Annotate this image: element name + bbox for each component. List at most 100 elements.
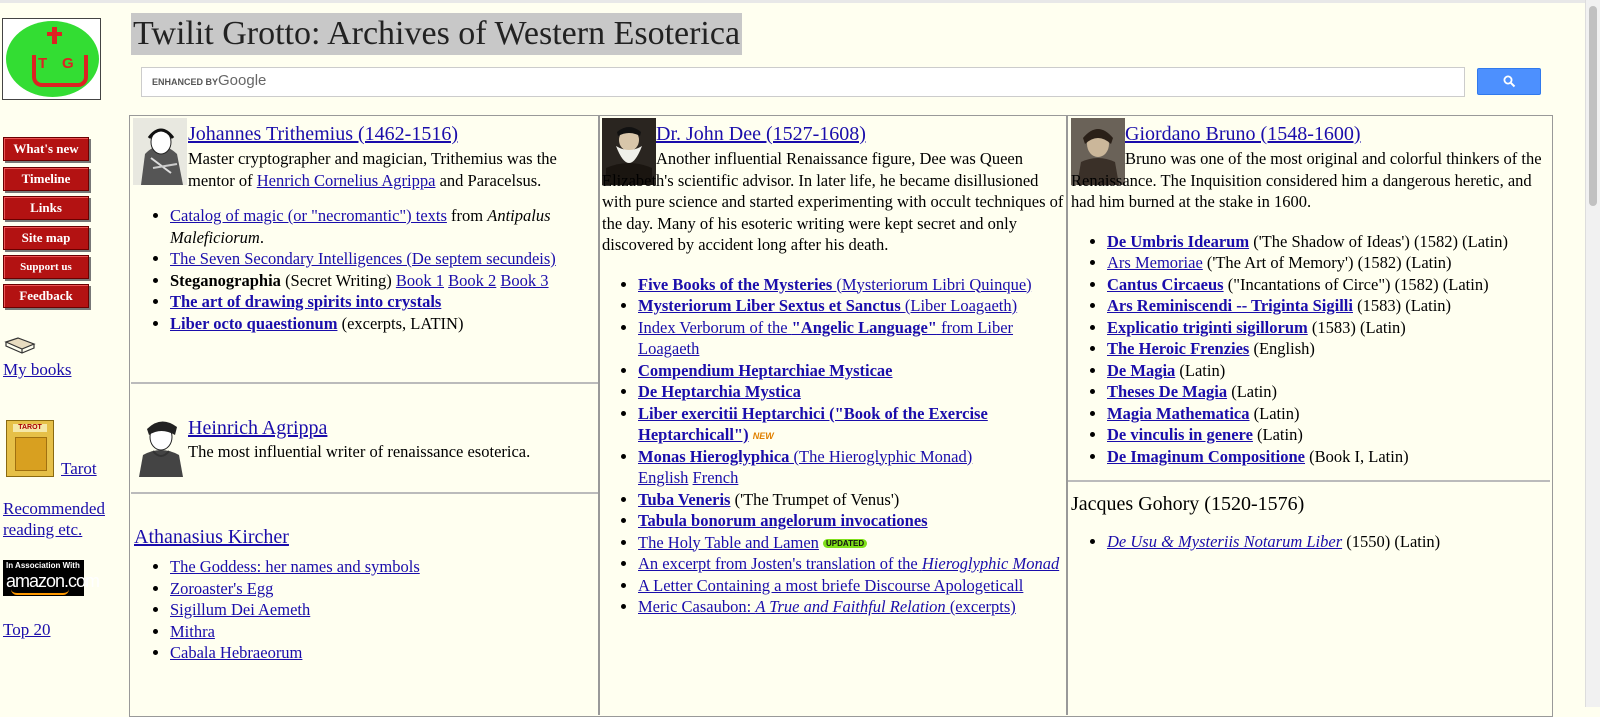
list-item: Cantus Circaeus ("Incantations of Circe"… bbox=[1107, 274, 1549, 296]
theses-de-magia-link[interactable]: Theses De Magia bbox=[1107, 382, 1227, 401]
recommended-reading-link-1[interactable]: Recommended bbox=[3, 499, 105, 519]
liber-exercitii-link[interactable]: Liber exercitii Heptarchici ("Book of th… bbox=[638, 404, 988, 445]
liber-octo-link[interactable]: Liber octo quaestionum bbox=[170, 314, 337, 333]
liber-sextus-link[interactable]: Mysteriorum Liber Sextus et Sanctus (Lib… bbox=[638, 296, 1017, 315]
dee-link[interactable]: Dr. John Dee (1527-1608) bbox=[656, 123, 866, 145]
link-text: Meric Casaubon: bbox=[638, 597, 756, 616]
search-icon bbox=[1503, 75, 1516, 88]
list-item: De Imaginum Compositione (Book I, Latin) bbox=[1107, 446, 1549, 468]
heroic-frenzies-link[interactable]: The Heroic Frenzies bbox=[1107, 339, 1249, 358]
casaubon-link[interactable]: Meric Casaubon: A True and Faithful Rela… bbox=[638, 597, 1016, 616]
trithemius-portrait-image[interactable] bbox=[133, 118, 187, 185]
tabula-link[interactable]: Tabula bonorum angelorum invocationes bbox=[638, 511, 928, 530]
mithra-link[interactable]: Mithra bbox=[170, 622, 215, 641]
trithemius-description: Master cryptographer and magician, Trith… bbox=[188, 148, 596, 191]
explicatio-link[interactable]: Explicatio triginti sigillorum bbox=[1107, 318, 1308, 337]
scrollbar-thumb[interactable] bbox=[1589, 6, 1597, 206]
de-vinculis-link[interactable]: De vinculis in genere bbox=[1107, 425, 1253, 444]
letter-link[interactable]: A Letter Containing a most briefe Discou… bbox=[638, 576, 1023, 595]
tarot-card-image[interactable]: TAROT bbox=[6, 420, 54, 477]
logo-cross-bar bbox=[47, 32, 62, 36]
list-item: Zoroaster's Egg bbox=[170, 578, 596, 600]
magia-mathematica-link[interactable]: Magia Mathematica bbox=[1107, 404, 1250, 423]
tarot-link[interactable]: Tarot bbox=[61, 459, 97, 479]
five-books-link[interactable]: Five Books of the Mysteries (Mysteriorum… bbox=[638, 275, 1032, 294]
nav-support-us-button[interactable]: Support us bbox=[3, 255, 89, 279]
list-item: Liber exercitii Heptarchici ("Book of th… bbox=[638, 403, 1064, 446]
trithemius-link[interactable]: Johannes Trithemius (1462-1516) bbox=[188, 123, 458, 145]
vertical-scrollbar[interactable] bbox=[1585, 0, 1600, 707]
list-item: Steganographia (Secret Writing) Book 1 B… bbox=[170, 270, 596, 292]
de-magia-link[interactable]: De Magia bbox=[1107, 361, 1175, 380]
link-text: (Liber Loagaeth) bbox=[904, 296, 1018, 315]
sigillum-dei-link[interactable]: Sigillum Dei Aemeth bbox=[170, 600, 310, 619]
amazon-associate-badge[interactable]: In Association With amazon.com bbox=[3, 560, 100, 596]
recommended-reading-link-2[interactable]: reading etc. bbox=[3, 520, 82, 540]
list-text: ('The Shadow of Ideas') (1582) (Latin) bbox=[1249, 231, 1508, 251]
my-books-link[interactable]: My books bbox=[3, 360, 71, 380]
list-item: The Holy Table and Lamen UPDATED bbox=[638, 532, 1064, 554]
site-logo[interactable]: T G bbox=[2, 18, 101, 100]
nav-whats-new-button[interactable]: What's new bbox=[3, 137, 89, 161]
bruno-link[interactable]: Giordano Bruno (1548-1600) bbox=[1125, 123, 1361, 145]
monas-french-link[interactable]: French bbox=[693, 468, 739, 487]
de-heptarchia-link[interactable]: De Heptarchia Mystica bbox=[638, 382, 801, 401]
list-item: Catalog of magic (or "necromantic") text… bbox=[170, 205, 596, 248]
nav-feedback-button[interactable]: Feedback bbox=[3, 284, 89, 308]
cabala-link[interactable]: Cabala Hebraeorum bbox=[170, 643, 302, 662]
dee-description: Another influential Renaissance figure, … bbox=[602, 149, 1064, 254]
book-1-link[interactable]: Book 1 bbox=[396, 271, 444, 290]
monas-english-link[interactable]: English bbox=[638, 468, 688, 487]
new-badge: NEW bbox=[752, 431, 774, 442]
list-item: Liber octo quaestionum (excerpts, LATIN) bbox=[170, 313, 596, 335]
list-item: Meric Casaubon: A True and Faithful Rela… bbox=[638, 596, 1064, 618]
agrippa-inline-link[interactable]: Henrich Cornelius Agrippa bbox=[257, 171, 436, 190]
list-item: Tuba Veneris ('The Trumpet of Venus') bbox=[638, 489, 1064, 511]
zoroasters-egg-link[interactable]: Zoroaster's Egg bbox=[170, 579, 273, 598]
top-border bbox=[0, 0, 1586, 3]
de-usu-link[interactable]: De Usu & Mysteriis Notarum Liber bbox=[1107, 532, 1342, 551]
list-item: The Seven Secondary Intelligences (De se… bbox=[170, 248, 596, 270]
bruno-description: Bruno was one of the most original and c… bbox=[1071, 149, 1542, 211]
de-imaginum-link[interactable]: De Imaginum Compositione bbox=[1107, 447, 1305, 466]
list-item: Cabala Hebraeorum bbox=[170, 642, 596, 664]
tuba-veneris-link[interactable]: Tuba Veneris bbox=[638, 490, 730, 509]
book-3-link[interactable]: Book 3 bbox=[500, 271, 548, 290]
top-20-link[interactable]: Top 20 bbox=[3, 620, 50, 640]
section-divider bbox=[131, 382, 598, 384]
holy-table-link[interactable]: The Holy Table and Lamen bbox=[638, 533, 819, 552]
nav-site-map-button[interactable]: Site map bbox=[3, 226, 89, 250]
agrippa-link[interactable]: Heinrich Agrippa bbox=[188, 417, 327, 439]
kircher-section: Athanasius Kircher The Goddess: her name… bbox=[134, 524, 596, 664]
book-icon[interactable] bbox=[4, 336, 36, 356]
book-2-link[interactable]: Book 2 bbox=[448, 271, 496, 290]
monas-link[interactable]: Monas Hieroglyphica (The Hieroglyphic Mo… bbox=[638, 447, 972, 466]
search-input[interactable]: ENHANCED BY Google bbox=[141, 67, 1465, 97]
list-item: De vinculis in genere (Latin) bbox=[1107, 424, 1549, 446]
agrippa-portrait-image[interactable] bbox=[135, 415, 187, 477]
logo-letter-g: G bbox=[62, 55, 74, 72]
goddess-link[interactable]: The Goddess: her names and symbols bbox=[170, 557, 420, 576]
catalog-of-magic-link[interactable]: Catalog of magic (or "necromantic") text… bbox=[170, 206, 447, 225]
list-text: (English) bbox=[1249, 339, 1315, 358]
cantus-circaeus-link[interactable]: Cantus Circaeus bbox=[1107, 275, 1224, 294]
link-text: Five Books of the Mysteries bbox=[638, 274, 837, 294]
seven-intelligences-link[interactable]: The Seven Secondary Intelligences (De se… bbox=[170, 249, 556, 268]
link-text: Index Verborum of the bbox=[638, 317, 792, 337]
list-text: ("Incantations of Circe") (1582) (Latin) bbox=[1223, 274, 1489, 294]
nav-timeline-button[interactable]: Timeline bbox=[3, 167, 89, 191]
ars-reminiscendi-link[interactable]: Ars Reminiscendi -- Triginta Sigilli bbox=[1107, 296, 1353, 315]
josten-excerpt-link[interactable]: An excerpt from Josten's translation of … bbox=[638, 554, 1059, 573]
kircher-link[interactable]: Athanasius Kircher bbox=[134, 526, 289, 548]
link-text: (The Hieroglyphic Monad) bbox=[793, 446, 973, 466]
list-text: (1583) (Latin) bbox=[1307, 317, 1406, 337]
compendium-link[interactable]: Compendium Heptarchiae Mysticae bbox=[638, 361, 893, 380]
de-umbris-link[interactable]: De Umbris Idearum bbox=[1107, 232, 1249, 251]
ars-memoriae-link[interactable]: Ars Memoriae bbox=[1107, 253, 1203, 272]
index-verborum-link[interactable]: Index Verborum of the "Angelic Language"… bbox=[638, 318, 1013, 359]
nav-links-button[interactable]: Links bbox=[3, 196, 89, 220]
bruno-works-list: De Umbris Idearum ('The Shadow of Ideas'… bbox=[1071, 231, 1549, 468]
list-text: (1583) (Latin) bbox=[1352, 296, 1452, 315]
search-button[interactable] bbox=[1477, 68, 1541, 95]
crystals-link[interactable]: The art of drawing spirits into crystals bbox=[170, 292, 441, 311]
